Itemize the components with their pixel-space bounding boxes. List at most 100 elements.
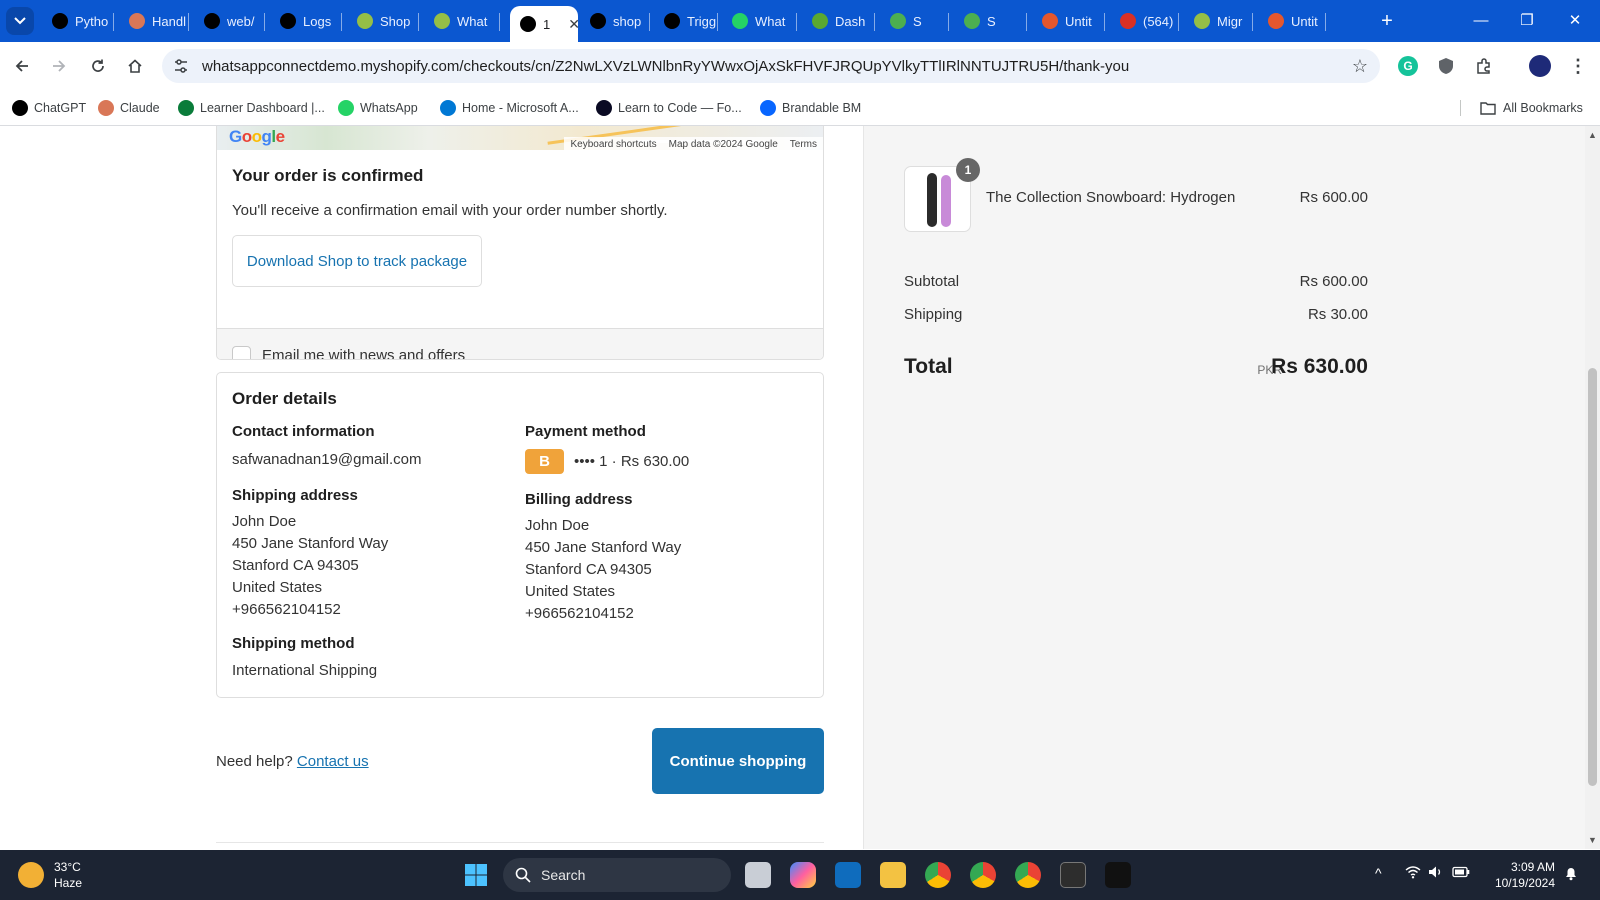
browser-tab[interactable]: Dash [802,6,875,36]
bookmark-item[interactable]: Claude [98,98,160,118]
browser-tab[interactable]: (564) [1110,6,1179,36]
bookmark-item[interactable]: WhatsApp [338,98,418,118]
wifi-icon[interactable] [1405,865,1421,882]
file-explorer-icon[interactable] [880,862,906,888]
page-scrollbar[interactable]: ▲ ▼ [1585,126,1600,849]
newsletter-row[interactable]: Email me with news and offers [217,328,823,359]
browser-tab[interactable]: Trigg [654,6,718,36]
app-icon[interactable] [1105,862,1131,888]
bookmark-item[interactable]: Learn to Code — Fo... [596,98,742,118]
reload-button[interactable] [84,52,112,80]
bookmark-favicon-icon [338,100,354,116]
browser-tab[interactable]: web/ [194,6,265,36]
browser-tab[interactable]: 1 ✕ [510,6,578,42]
tab-separator [717,13,718,31]
map-terms-link[interactable]: Terms [790,139,817,150]
bookmark-item[interactable]: Home - Microsoft A... [440,98,579,118]
chrome-profile-icon[interactable] [1015,862,1041,888]
browser-tab[interactable]: What [722,6,797,36]
mail-icon [1120,13,1136,29]
task-view-icon[interactable] [745,862,771,888]
grammarly-extension-icon[interactable]: G [1396,54,1420,78]
browser-tab[interactable]: S [954,6,1027,36]
system-clock[interactable]: 3:09 AM 10/19/2024 [1490,859,1555,891]
tab-separator [1325,13,1326,31]
bookmark-item[interactable]: Learner Dashboard |... [178,98,325,118]
order-summary-panel: 1 The Collection Snowboard: Hydrogen Rs … [863,126,1585,849]
weather-widget[interactable]: 33°C Haze [18,859,82,891]
shipping-street: 450 Jane Stanford Way [232,535,389,552]
map-attribution: Keyboard shortcuts Map data ©2024 Google… [564,137,823,151]
browser-tab[interactable]: Shop [347,6,419,36]
browser-tab[interactable]: Pytho [42,6,114,36]
browser-tab[interactable]: Untit [1258,6,1326,36]
show-hidden-icons-chevron[interactable]: ^ [1375,865,1382,881]
site-settings-icon[interactable] [172,57,190,75]
windows-start-icon[interactable] [463,862,489,888]
tab-separator [948,13,949,31]
shipping-address-label: Shipping address [232,487,358,504]
payment-method-label: Payment method [525,423,646,440]
notifications-bell-icon[interactable] [1564,865,1578,884]
payment-provider-badge: B [525,449,564,474]
browser-tab[interactable]: Handl [119,6,189,36]
download-shop-button[interactable]: Download Shop to track package [232,235,482,287]
browser-tab[interactable]: Migr [1184,6,1253,36]
continue-shopping-button[interactable]: Continue shopping [652,728,824,794]
order-details-card: Order details Contact information safwan… [216,372,824,698]
billing-address: John Doe 450 Jane Stanford Way Stanford … [525,515,681,625]
close-window-button[interactable]: ✕ [1552,0,1598,42]
back-button[interactable] [8,52,36,80]
tab-separator [418,13,419,31]
browser-tab[interactable]: shop [580,6,650,36]
profile-avatar[interactable] [1528,54,1552,78]
chrome-icon[interactable] [925,862,951,888]
address-bar[interactable]: whatsappconnectdemo.myshopify.com/checko… [162,49,1380,83]
menu-kebab-icon[interactable]: ⋮ [1566,54,1590,78]
copilot-icon[interactable] [790,862,816,888]
outlook-icon[interactable] [835,862,861,888]
keyboard-shortcuts-link[interactable]: Keyboard shortcuts [570,139,656,150]
browser-tab[interactable]: Untit [1032,6,1105,36]
bookmark-star-icon[interactable]: ☆ [1352,56,1368,77]
search-icon [515,867,531,883]
scroll-up-arrow[interactable]: ▲ [1585,128,1600,142]
tab-title: Logs [303,13,332,29]
map-preview[interactable]: Google Keyboard shortcuts Map data ©2024… [216,126,824,151]
bookmark-favicon-icon [12,100,28,116]
bookmark-item[interactable]: ChatGPT [12,98,86,118]
new-tab-button[interactable]: + [1374,8,1400,34]
taskbar-search[interactable]: Search [503,858,731,892]
tab-search-button[interactable] [6,7,34,35]
tab-title: Trigg [687,13,717,29]
bookmark-item[interactable]: Brandable BM [760,98,861,118]
restore-button[interactable]: ❐ [1504,0,1550,42]
browser-tab[interactable]: What [424,6,500,36]
newsletter-checkbox[interactable] [232,346,251,359]
chrome-active-icon[interactable] [970,862,996,888]
close-tab-icon[interactable]: ✕ [568,16,578,33]
volume-icon[interactable] [1428,865,1444,882]
newsletter-label[interactable]: Email me with news and offers [262,347,465,359]
all-bookmarks-button[interactable]: All Bookmarks [1480,98,1583,118]
shield-extension-icon[interactable] [1434,54,1458,78]
tab-separator [113,13,114,31]
order-confirmed-card: Your order is confirmed You'll receive a… [216,150,824,360]
terminal-icon[interactable] [1060,862,1086,888]
contact-us-link[interactable]: Contact us [297,753,369,770]
scroll-down-arrow[interactable]: ▼ [1585,833,1600,847]
scroll-thumb[interactable] [1588,368,1597,786]
billing-street: 450 Jane Stanford Way [525,539,682,556]
browser-tab[interactable]: Logs [270,6,342,36]
bookmarks-bar: All Bookmarks ChatGPT Claude Learner Dashb… [0,90,1600,126]
browser-tab[interactable]: S [880,6,949,36]
forward-button[interactable] [45,52,73,80]
shopify-icon [434,13,450,29]
shipping-country: United States [232,579,323,596]
extensions-puzzle-icon[interactable] [1472,54,1496,78]
battery-icon[interactable] [1452,865,1470,881]
tab-separator [649,13,650,31]
minimize-button[interactable]: — [1458,0,1504,42]
home-button[interactable] [121,52,149,80]
tab-title: Untit [1065,13,1092,29]
